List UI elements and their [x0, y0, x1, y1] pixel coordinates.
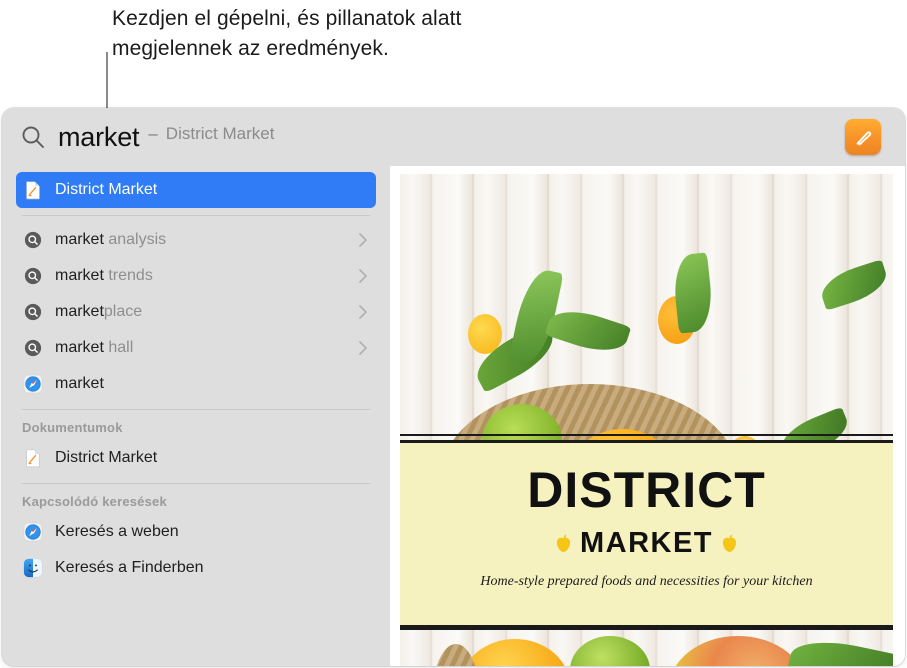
suggestion-label: market: [55, 375, 104, 393]
poster-rule-bottom: [400, 628, 893, 630]
result-row-top-hit[interactable]: District Market: [16, 172, 376, 208]
finder-icon: [22, 557, 44, 579]
poster-rule-top: [400, 434, 893, 436]
results-list: District Market market analysis: [2, 166, 390, 666]
search-separator: –: [148, 124, 157, 144]
safari-icon: [22, 373, 44, 395]
poster-subtitle: MARKET: [580, 527, 713, 560]
suggestion-label: market trends: [55, 267, 153, 285]
document-label: District Market: [55, 449, 157, 467]
search-inline-completion: District Market: [166, 124, 275, 144]
pages-document-icon: [22, 179, 44, 201]
divider-documents: [22, 409, 370, 410]
related-label: Keresés a weben: [55, 523, 179, 541]
related-row-search-web[interactable]: Keresés a weben: [16, 514, 376, 550]
callout-leader-line: [106, 52, 108, 110]
suggestion-completion-text: analysis: [104, 231, 166, 248]
apple-glyph-left: [555, 534, 572, 553]
poster-title: DISTRICT: [400, 465, 893, 515]
document-preview: DISTRICT MARKET: [390, 166, 905, 666]
suggestion-row-market-trends[interactable]: market trends: [16, 258, 376, 294]
suggestion-matched-text: market: [55, 231, 104, 248]
search-suggestion-icon: [22, 229, 44, 251]
document-row-district-market[interactable]: District Market: [16, 440, 376, 476]
safari-icon: [22, 521, 44, 543]
spotlight-screenshot: Kezdjen el gépelni, és pillanatok alatt …: [0, 0, 907, 668]
section-header-related-searches: Kapcsolódó keresések: [2, 490, 390, 514]
chevron-right-icon[interactable]: [358, 268, 368, 284]
pages-app-icon: [845, 119, 881, 155]
search-suggestion-icon: [22, 301, 44, 323]
suggestion-matched-text: market: [55, 303, 104, 320]
suggestion-completion-text: place: [104, 303, 142, 320]
result-label: District Market: [55, 181, 157, 199]
suggestion-label: market hall: [55, 339, 133, 357]
pages-document-icon: [22, 447, 44, 469]
suggestion-row-marketplace[interactable]: marketplace: [16, 294, 376, 330]
suggestion-row-market-analysis[interactable]: market analysis: [16, 222, 376, 258]
spotlight-body: District Market market analysis: [2, 166, 905, 666]
chevron-right-icon[interactable]: [358, 232, 368, 248]
callout-text: Kezdjen el gépelni, és pillanatok alatt …: [112, 4, 582, 64]
suggestion-label: marketplace: [55, 303, 142, 321]
poster-subtitle-row: MARKET: [400, 527, 893, 560]
suggestion-matched-text: market: [55, 267, 104, 284]
divider-top-hit: [22, 215, 370, 216]
search-input-value[interactable]: market: [58, 124, 139, 151]
search-icon: [20, 124, 46, 150]
suggestion-row-market-safari[interactable]: market: [16, 366, 376, 402]
poster-canvas: DISTRICT MARKET: [400, 174, 893, 666]
chevron-right-icon[interactable]: [358, 340, 368, 356]
suggestion-completion-text: hall: [104, 339, 133, 356]
divider-related: [22, 483, 370, 484]
preview-pane[interactable]: DISTRICT MARKET: [390, 166, 905, 666]
chevron-right-icon[interactable]: [358, 304, 368, 320]
suggestion-row-market-hall[interactable]: market hall: [16, 330, 376, 366]
poster-title-band: DISTRICT MARKET: [400, 440, 893, 628]
suggestion-label: market analysis: [55, 231, 166, 249]
apple-glyph-right: [721, 534, 738, 553]
spotlight-window: market – District Market: [2, 108, 905, 666]
search-suggestion-icon: [22, 265, 44, 287]
section-header-documents: Dokumentumok: [2, 416, 390, 440]
search-bar[interactable]: market – District Market: [2, 108, 905, 166]
suggestion-matched-text: market: [55, 375, 104, 392]
search-suggestion-icon: [22, 337, 44, 359]
suggestion-completion-text: trends: [104, 267, 153, 284]
related-row-search-finder[interactable]: Keresés a Finderben: [16, 550, 376, 586]
suggestion-matched-text: market: [55, 339, 104, 356]
related-label: Keresés a Finderben: [55, 559, 204, 577]
poster-tagline: Home-style prepared foods and necessitie…: [400, 574, 893, 590]
